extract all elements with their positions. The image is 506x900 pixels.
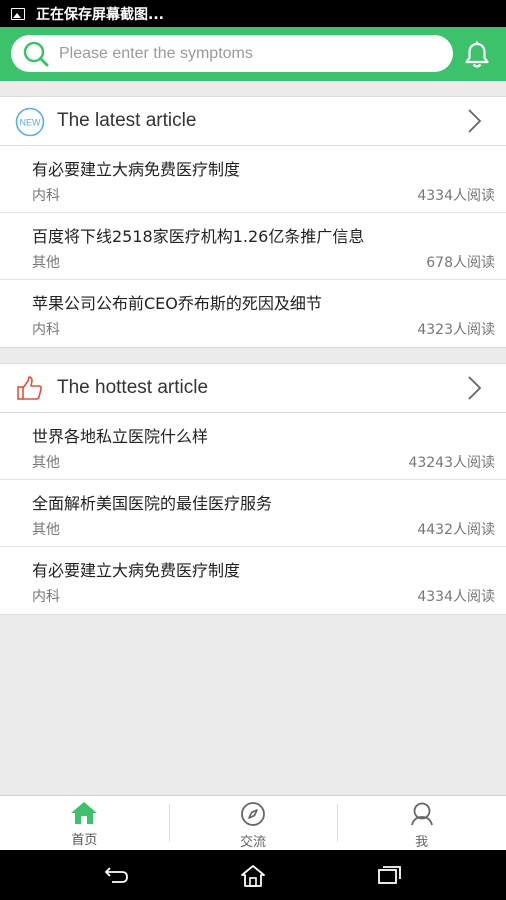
search-box[interactable]	[11, 35, 453, 72]
search-input[interactable]	[59, 44, 439, 63]
article-category: 内科	[32, 188, 60, 204]
svg-text:NEW: NEW	[20, 118, 42, 128]
list-item[interactable]: 有必要建立大病免费医疗制度 内科 4334人阅读	[0, 146, 506, 213]
latest-header[interactable]: NEW The latest article	[0, 97, 506, 146]
latest-title: The latest article	[57, 110, 197, 131]
search-icon	[23, 41, 49, 66]
article-reads: 4323人阅读	[417, 322, 495, 338]
hottest-section: The hottest article 世界各地私立医院什么样 其他 43243…	[0, 363, 506, 615]
tab-label: 首页	[71, 833, 98, 848]
article-title: 世界各地私立医院什么样	[32, 427, 209, 446]
article-reads: 43243人阅读	[408, 455, 495, 471]
tab-label: 交流	[240, 835, 267, 850]
hottest-title: The hottest article	[57, 377, 209, 398]
status-text: 正在保存屏幕截图...	[36, 6, 164, 23]
list-item[interactable]: 苹果公司公布前CEO乔布斯的死因及细节 内科 4323人阅读	[0, 280, 506, 347]
list-item[interactable]: 世界各地私立医院什么样 其他 43243人阅读	[0, 413, 506, 480]
article-category: 内科	[32, 589, 60, 605]
image-icon	[11, 7, 25, 20]
list-item[interactable]: 有必要建立大病免费医疗制度 内科 4334人阅读	[0, 547, 506, 614]
system-nav-bar	[0, 850, 506, 900]
tab-label: 我	[415, 835, 429, 850]
back-icon[interactable]	[104, 864, 130, 886]
header	[0, 27, 506, 81]
home-icon	[71, 802, 98, 824]
article-reads: 4334人阅读	[417, 589, 495, 605]
article-title: 苹果公司公布前CEO乔布斯的死因及细节	[32, 294, 322, 313]
article-title: 有必要建立大病免费医疗制度	[32, 561, 241, 580]
article-reads: 4432人阅读	[417, 522, 495, 538]
chevron-right-icon[interactable]	[466, 108, 482, 134]
list-item[interactable]: 百度将下线2518家医疗机构1.26亿条推广信息 其他 678人阅读	[0, 213, 506, 280]
recents-icon[interactable]	[376, 864, 402, 886]
article-category: 其他	[32, 255, 60, 271]
bell-icon[interactable]	[464, 41, 490, 69]
new-badge-icon: NEW	[15, 107, 45, 137]
article-reads: 678人阅读	[426, 255, 495, 271]
chevron-right-icon[interactable]	[466, 375, 482, 401]
user-icon	[410, 802, 433, 826]
tab-home[interactable]: 首页	[0, 796, 169, 850]
home-nav-icon[interactable]	[240, 864, 266, 888]
article-title: 有必要建立大病免费医疗制度	[32, 160, 241, 179]
article-reads: 4334人阅读	[417, 188, 495, 204]
compass-icon	[241, 802, 265, 826]
thumbs-up-icon	[17, 376, 42, 400]
article-category: 其他	[32, 455, 60, 471]
status-bar: 正在保存屏幕截图...	[0, 0, 506, 27]
article-title: 百度将下线2518家医疗机构1.26亿条推广信息	[32, 227, 365, 246]
hottest-header[interactable]: The hottest article	[0, 364, 506, 413]
article-category: 其他	[32, 522, 60, 538]
tab-me[interactable]: 我	[337, 796, 506, 850]
list-item[interactable]: 全面解析美国医院的最佳医疗服务 其他 4432人阅读	[0, 480, 506, 547]
latest-section: NEW The latest article 有必要建立大病免费医疗制度 内科 …	[0, 96, 506, 348]
article-title: 全面解析美国医院的最佳医疗服务	[32, 494, 273, 513]
tab-exchange[interactable]: 交流	[168, 796, 338, 850]
article-category: 内科	[32, 322, 60, 338]
tab-bar: 首页 交流 我	[0, 795, 506, 850]
